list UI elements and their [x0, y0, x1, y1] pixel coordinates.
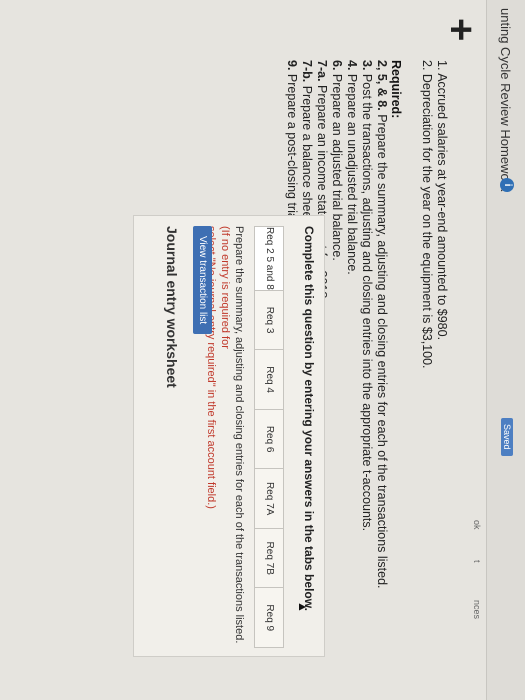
tab-req-7b[interactable]: Req 7B [255, 528, 283, 589]
plus-icon: + [439, 18, 483, 42]
tab-req-6[interactable]: Req 6 [255, 409, 283, 470]
worksheet-title: Journal entry worksheet [164, 226, 180, 388]
info-icon[interactable]: i [500, 178, 514, 192]
tab-req-9[interactable]: Req 9 [255, 588, 283, 647]
required-line-3: 4. Prepare an unadjusted trial balance. [344, 60, 359, 660]
tab-req-3[interactable]: Req 3 [255, 290, 283, 351]
required-num-4: 6. [330, 60, 344, 71]
required-line-1: 2, 5, & 8. Prepare the summary, adjustin… [374, 60, 389, 660]
required-num-3: 4. [345, 60, 359, 71]
tab-req-4[interactable]: Req 4 [255, 350, 283, 410]
item-2: 2. Depreciation for the year on the equi… [420, 60, 434, 369]
prompt-main: Prepare the summary, adjusting and closi… [233, 226, 245, 644]
page-title: unting Cycle Review Homework [498, 8, 513, 192]
page-header: unting Cycle Review Homework i Saved [486, 0, 525, 700]
required-text-2: Post the transactions, adjusting and clo… [360, 70, 374, 532]
saved-badge: Saved [501, 418, 513, 456]
required-heading: Required: [389, 60, 403, 119]
panel-instruction: Complete this question by entering your … [302, 226, 316, 611]
tab-req-7a[interactable]: Req 7A [255, 469, 283, 529]
required-num-7: 9. [285, 60, 299, 71]
required-num-2: 3. [360, 60, 374, 71]
item-1: 1. Accrued salaries at year-end amounted… [435, 60, 449, 341]
required-num-6: 7-b. [300, 60, 314, 83]
required-line-4: 6. Prepare an adjusted trial balance. [329, 60, 344, 660]
required-text-1: Prepare the summary, adjusting and closi… [375, 110, 389, 589]
homework-page: unting Cycle Review Homework i Saved ok … [0, 0, 525, 700]
requirement-tabs: Req 2 5 and 8 Req 3 Req 4 Req 6 Req 7A R… [254, 226, 284, 648]
photo-viewport: unting Cycle Review Homework i Saved ok … [0, 0, 525, 700]
required-line-2: 3. Post the transactions, adjusting and … [359, 60, 374, 660]
required-num-1: 2, 5, & 8. [375, 60, 389, 111]
answer-panel: Complete this question by entering your … [133, 215, 325, 657]
required-text-3: Prepare an unadjusted trial balance. [345, 70, 359, 275]
required-text-4: Prepare an adjusted trial balance. [330, 70, 344, 261]
mouse-cursor-icon: ▲ [296, 601, 310, 613]
view-transaction-list-button[interactable]: View transaction list [193, 226, 212, 335]
prompt-note: (If no entry is required for [219, 226, 231, 349]
tab-req-2-5-8[interactable]: Req 2 5 and 8 [255, 227, 283, 291]
required-num-5: 7-a. [315, 60, 329, 82]
